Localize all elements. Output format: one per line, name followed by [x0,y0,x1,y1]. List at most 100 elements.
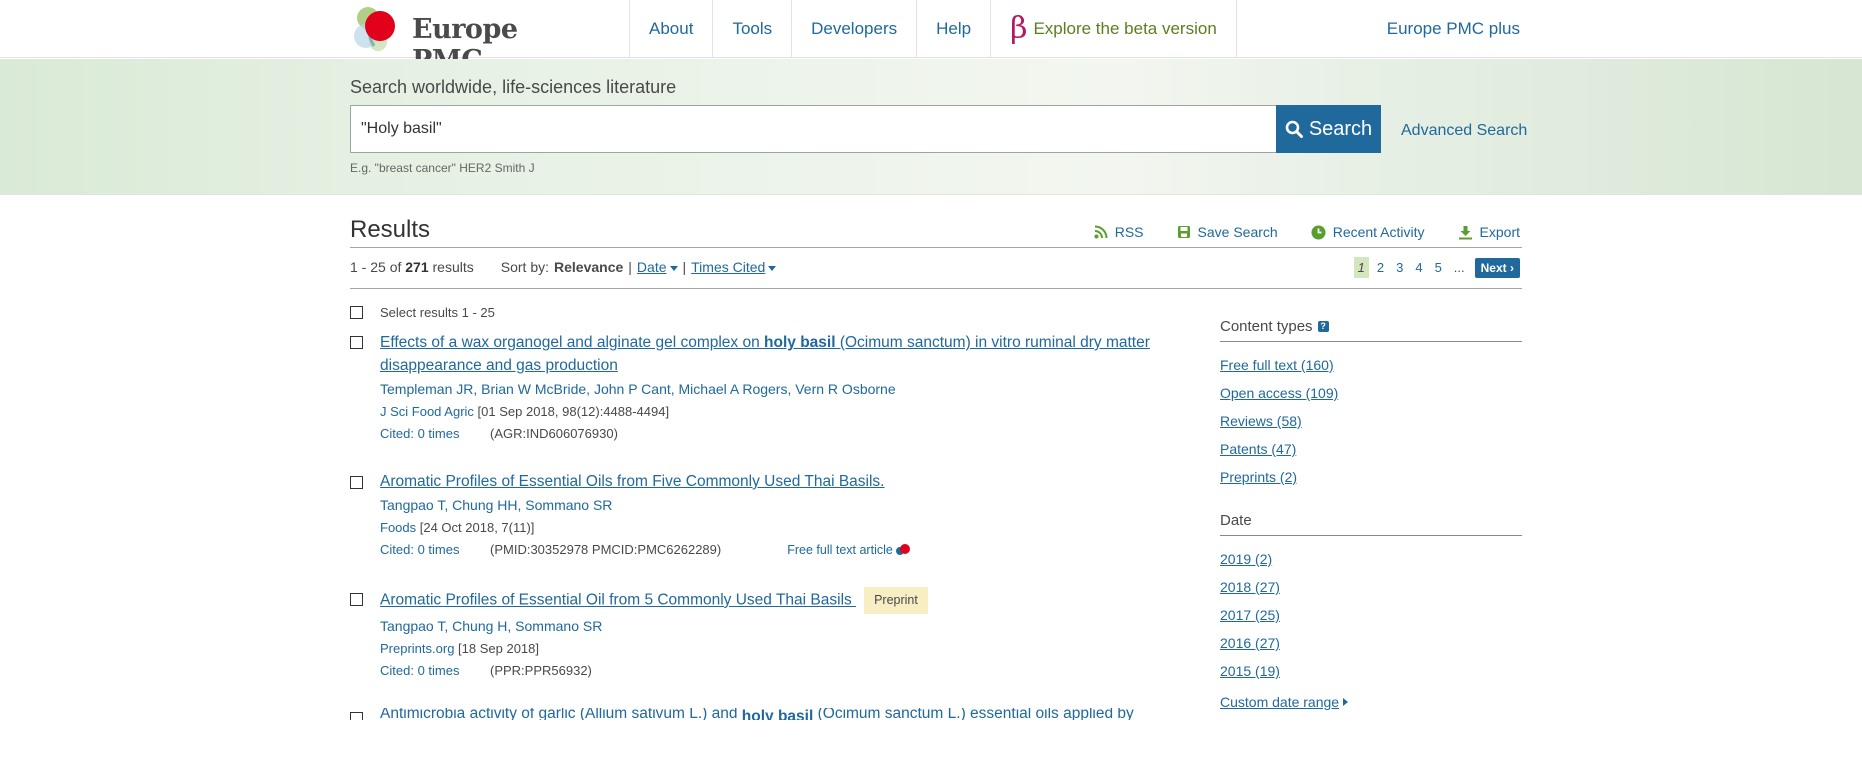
result-checkbox[interactable] [350,336,363,349]
nav-developers[interactable]: Developers [791,0,916,58]
sort-label: Sort by: [500,259,549,275]
title-text: (Ocimum sanctum L.) essential oils appli… [813,708,1134,720]
title-text: Effects of a wax organogel and alginate … [380,334,765,351]
recent-activity-link[interactable]: Recent Activity [1311,224,1425,240]
sort-date-label: Date [636,259,667,275]
filter-patents[interactable]: Patents (47) [1220,441,1522,469]
nav-tools[interactable]: Tools [712,0,791,58]
journal-name[interactable]: J Sci Food Agric [380,404,474,419]
filter-open-access[interactable]: Open access (109) [1220,385,1522,413]
custom-range-label: Custom date range [1220,694,1340,710]
europe-pmc-logo[interactable]: Europe PMC [350,4,590,76]
sort-times-cited-dropdown[interactable]: Times Cited [691,259,777,275]
page-5[interactable]: 5 [1431,257,1446,278]
page-2[interactable]: 2 [1373,257,1388,278]
page-1[interactable]: 1 [1353,257,1369,278]
search-button[interactable]: Search [1276,105,1381,153]
filter-reviews[interactable]: Reviews (58) [1220,413,1522,441]
advanced-search-link[interactable]: Advanced Search [1401,122,1527,140]
cited-count[interactable]: Cited: 0 times [380,426,490,441]
custom-date-range-link[interactable]: Custom date range [1220,694,1522,710]
result-total: 271 [405,259,429,275]
save-search-link[interactable]: Save Search [1177,224,1278,240]
filter-date-2018[interactable]: 2018 (27) [1220,579,1522,607]
divider [1220,341,1522,342]
next-label: Next [1480,260,1507,275]
full-text-icon [895,543,910,555]
filter-free-full-text[interactable]: Free full text (160) [1220,357,1522,385]
journal-info: [24 Oct 2018, 7(11)] [416,520,535,535]
filter-date-2017[interactable]: 2017 (25) [1220,607,1522,635]
page-ellipsis: ... [1453,260,1465,275]
help-icon[interactable]: ? [1317,321,1329,332]
export-label: Export [1479,224,1520,240]
clock-icon [1311,225,1326,239]
result-journal: Foods [24 Oct 2018, 7(11)] [380,520,1160,535]
sort-date-dropdown[interactable]: Date [637,259,678,275]
sort-separator: | [682,259,687,275]
nav-help[interactable]: Help [916,0,990,58]
nav-about[interactable]: About [629,0,712,58]
beta-icon: β [1010,11,1028,46]
result-checkbox[interactable] [350,593,363,606]
result-count-row: 1 - 25 of 271 results Sort by: Relevance… [350,259,777,275]
result-item: Effects of a wax organogel and alginate … [380,331,1160,441]
pmc-logo-icon [354,7,395,51]
result-ids: (PPR:PPR56932) [490,663,592,678]
result-authors[interactable]: Tangpao T, Chung HH, Sommano SR [380,497,1160,513]
free-full-text-label: Free full text article [787,542,893,557]
rss-link[interactable]: RSS [1094,224,1144,240]
result-authors[interactable]: Tangpao T, Chung H, Sommano SR [380,618,1160,634]
result-ids: (AGR:IND606076930) [490,426,618,441]
search-title: Search worldwide, life-sciences literatu… [350,77,677,97]
sort-cited-label: Times Cited [691,259,766,275]
next-page-button[interactable]: Next › [1474,257,1520,278]
select-all-checkbox[interactable] [350,306,363,319]
download-icon [1458,225,1472,239]
filter-date-2016[interactable]: 2016 (27) [1220,635,1522,663]
select-all-label: Select results 1 - 25 [380,305,495,320]
filter-date-2015[interactable]: 2015 (19) [1220,663,1522,691]
main-nav: About Tools Developers Help β Explore th… [629,0,1237,58]
result-journal: J Sci Food Agric [01 Sep 2018, 98(12):44… [380,404,1160,419]
preprint-badge: Preprint [864,587,928,614]
result-checkbox[interactable] [350,476,363,489]
page-3[interactable]: 3 [1392,257,1407,278]
caret-down-icon [768,265,777,271]
filter-date-2019[interactable]: 2019 (2) [1220,551,1522,579]
page-4[interactable]: 4 [1411,257,1426,278]
journal-name[interactable]: Foods [380,520,416,535]
cited-count[interactable]: Cited: 0 times [380,663,490,678]
results-heading: Results [350,216,431,243]
divider [1220,535,1522,536]
cited-count[interactable]: Cited: 0 times [380,542,490,557]
result-checkbox[interactable] [350,712,363,720]
export-link[interactable]: Export [1458,224,1520,240]
search-example: E.g. "breast cancer" HER2 Smith J [350,161,535,175]
save-search-label: Save Search [1197,224,1278,240]
result-meta: Cited: 0 times (AGR:IND606076930) [380,426,1160,441]
nav-beta[interactable]: β Explore the beta version [990,0,1237,58]
journal-name[interactable]: Preprints.org [380,641,454,656]
europe-pmc-plus-link[interactable]: Europe PMC plus [1387,0,1520,58]
result-title-link[interactable]: Effects of a wax organogel and alginate … [380,331,1160,377]
rss-label: RSS [1114,224,1144,240]
sort-controls: Sort by: Relevance | Date | Times Cited [501,259,777,275]
search-input[interactable] [350,105,1277,153]
free-full-text-link[interactable]: Free full text article [787,543,911,557]
filter-preprints[interactable]: Preprints (2) [1220,469,1522,497]
sort-separator: | [628,259,632,275]
result-title-link[interactable]: Antimicrobia activity of garlic (Allium … [380,708,1180,720]
save-icon [1177,226,1190,238]
result-meta: Cited: 0 times (PPR:PPR56932) [380,663,1160,678]
pagination: 1 2 3 4 5 ... Next › [1350,257,1520,278]
caret-down-icon [669,265,678,271]
title-highlight: holy basil [764,334,836,351]
results-actions: RSS Save Search Recent Activity Export [1094,224,1520,240]
result-title-link[interactable]: Aromatic Profiles of Essential Oils from… [380,470,1160,493]
beta-label: Explore the beta version [1033,19,1217,38]
result-title-link[interactable]: Aromatic Profiles of Essential Oil from … [380,587,1160,614]
content-types-title: Content types [1220,318,1313,335]
result-authors[interactable]: Templeman JR, Brian W McBride, John P Ca… [380,381,1160,397]
result-range: 1 - 25 of [350,259,402,275]
